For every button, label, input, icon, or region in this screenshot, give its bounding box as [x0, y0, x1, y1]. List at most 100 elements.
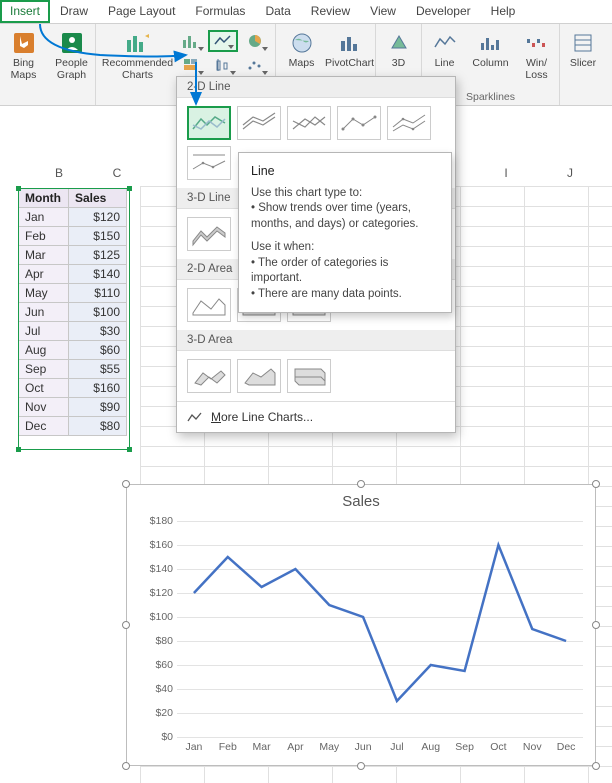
recommended-charts-icon [125, 30, 151, 56]
cell-month[interactable]: Jan [19, 208, 69, 227]
chart-column-dropdown[interactable] [176, 30, 206, 52]
tab-review[interactable]: Review [301, 0, 360, 23]
table-row[interactable]: Nov$90 [19, 398, 127, 417]
cell-value[interactable]: $60 [69, 341, 127, 360]
table-header-sales[interactable]: Sales [69, 189, 127, 208]
chart-type-3d-100-stacked-area[interactable] [287, 359, 331, 393]
table-row[interactable]: May$110 [19, 284, 127, 303]
sparkline-winloss-label: Win/ Loss [516, 58, 558, 81]
recommended-charts-button[interactable]: Recommended Charts [102, 28, 174, 81]
bing-maps-button[interactable]: Bing Maps [1, 28, 47, 81]
tab-help[interactable]: Help [481, 0, 526, 23]
sparkline-column-button[interactable]: Column [468, 28, 514, 81]
table-row[interactable]: Aug$60 [19, 341, 127, 360]
pivotchart-button[interactable]: PivotChart [327, 28, 373, 70]
dropdown-section-3d-area: 3-D Area [177, 330, 455, 351]
cell-value[interactable]: $125 [69, 246, 127, 265]
cell-month[interactable]: Dec [19, 417, 69, 436]
chart-pie-dropdown[interactable] [240, 30, 270, 52]
sparkline-winloss-button[interactable]: Win/ Loss [516, 28, 558, 81]
data-table[interactable]: Month Sales Jan$120Feb$150Mar$125Apr$140… [18, 188, 127, 436]
tab-formulas[interactable]: Formulas [185, 0, 255, 23]
cell-month[interactable]: Jul [19, 322, 69, 341]
colhdr-i[interactable]: I [476, 166, 536, 184]
colhdr-j[interactable]: J [540, 166, 600, 184]
chart-statistic-dropdown[interactable] [208, 54, 238, 76]
chart-type-3d-line[interactable] [187, 217, 231, 251]
sparkline-line-button[interactable]: Line [424, 28, 466, 81]
chart-type-100-stacked-line-markers[interactable] [187, 146, 231, 180]
chart-type-3d-stacked-area[interactable] [237, 359, 281, 393]
chart-type-line[interactable] [187, 106, 231, 140]
cell-month[interactable]: Feb [19, 227, 69, 246]
x-axis-label: Nov [523, 741, 542, 753]
table-row[interactable]: Feb$150 [19, 227, 127, 246]
cell-month[interactable]: Sep [19, 360, 69, 379]
table-row[interactable]: Dec$80 [19, 417, 127, 436]
chart-line-series[interactable] [177, 521, 583, 737]
table-row[interactable]: Sep$55 [19, 360, 127, 379]
cell-value[interactable]: $90 [69, 398, 127, 417]
chart-type-stacked-line[interactable] [237, 106, 281, 140]
3d-map-button[interactable]: 3D [376, 28, 422, 70]
table-row[interactable]: Oct$160 [19, 379, 127, 398]
y-axis-label: $20 [155, 707, 173, 719]
table-row[interactable]: Mar$125 [19, 246, 127, 265]
cell-value[interactable]: $120 [69, 208, 127, 227]
tab-data[interactable]: Data [255, 0, 300, 23]
cell-value[interactable]: $100 [69, 303, 127, 322]
more-line-charts[interactable]: MMore Line Charts...ore Line Charts... [177, 401, 455, 432]
cell-month[interactable]: May [19, 284, 69, 303]
tab-developer[interactable]: Developer [406, 0, 481, 23]
table-row[interactable]: Jan$120 [19, 208, 127, 227]
tab-view[interactable]: View [360, 0, 406, 23]
cell-value[interactable]: $110 [69, 284, 127, 303]
chart-type-100-stacked-line[interactable] [287, 106, 331, 140]
colhdr-c[interactable]: C [88, 166, 146, 184]
cell-month[interactable]: Mar [19, 246, 69, 265]
chart-type-3d-area[interactable] [187, 359, 231, 393]
people-graph-button[interactable]: People Graph [49, 28, 95, 81]
embedded-chart[interactable]: Sales $0$20$40$60$80$100$120$140$160$180… [126, 484, 596, 766]
table-row[interactable]: Jul$30 [19, 322, 127, 341]
cell-value[interactable]: $30 [69, 322, 127, 341]
cell-month[interactable]: Apr [19, 265, 69, 284]
tab-insert[interactable]: Insert [0, 0, 50, 23]
chart-plot-area[interactable]: $0$20$40$60$80$100$120$140$160$180JanFeb… [177, 521, 583, 737]
slicer-button[interactable]: Slicer [560, 28, 606, 70]
cell-value[interactable]: $150 [69, 227, 127, 246]
cell-value[interactable]: $55 [69, 360, 127, 379]
x-axis-label: Apr [287, 741, 303, 753]
colhdr-b[interactable]: B [34, 166, 84, 184]
cell-month[interactable]: Nov [19, 398, 69, 417]
x-axis-label: Aug [421, 741, 440, 753]
chart-title[interactable]: Sales [127, 485, 595, 514]
chart-type-line-markers[interactable] [337, 106, 381, 140]
x-axis-label: Jul [390, 741, 403, 753]
chart-scatter-dropdown[interactable] [240, 54, 270, 76]
table-row[interactable]: Apr$140 [19, 265, 127, 284]
table-header-month[interactable]: Month [19, 189, 69, 208]
cell-month[interactable]: Jun [19, 303, 69, 322]
chart-type-stacked-line-markers[interactable] [387, 106, 431, 140]
cell-value[interactable]: $140 [69, 265, 127, 284]
tab-page-layout[interactable]: Page Layout [98, 0, 185, 23]
y-axis-label: $180 [150, 515, 173, 527]
chart-line-dropdown[interactable] [208, 30, 238, 52]
maps-button[interactable]: Maps [279, 28, 325, 70]
recommended-charts-label: Recommended Charts [102, 58, 174, 81]
x-axis-label: Jan [185, 741, 202, 753]
globe-icon [289, 30, 315, 56]
cell-month[interactable]: Aug [19, 341, 69, 360]
cell-month[interactable]: Oct [19, 379, 69, 398]
cell-value[interactable]: $160 [69, 379, 127, 398]
chart-type-tooltip: Line Use this chart type to: • Show tren… [238, 152, 452, 313]
tab-draw[interactable]: Draw [50, 0, 98, 23]
cell-value[interactable]: $80 [69, 417, 127, 436]
table-row[interactable]: Jun$100 [19, 303, 127, 322]
bing-maps-label: Bing Maps [1, 58, 47, 81]
y-axis-label: $160 [150, 539, 173, 551]
chart-type-area[interactable] [187, 288, 231, 322]
sparkline-column-label: Column [472, 58, 508, 70]
chart-hierarchy-dropdown[interactable] [176, 54, 206, 76]
